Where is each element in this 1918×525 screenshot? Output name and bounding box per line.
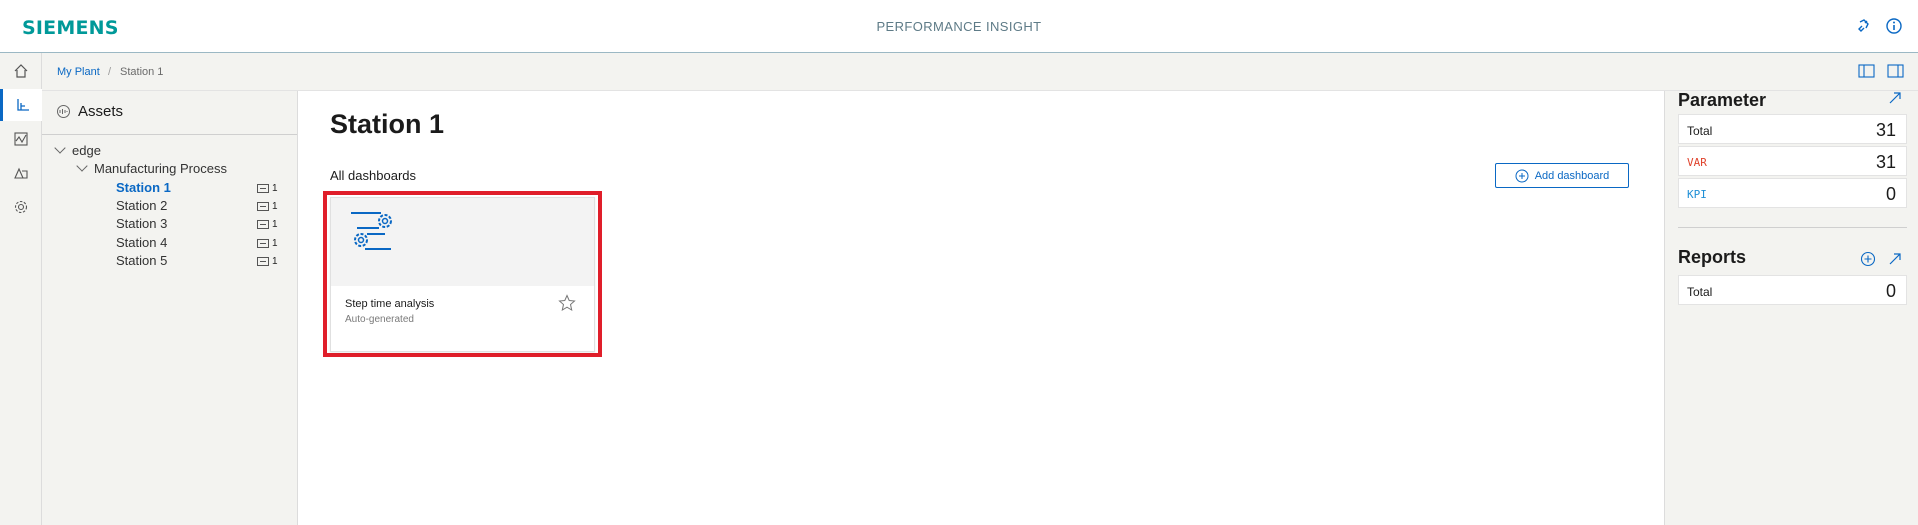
dashboard-count-badge: 1 xyxy=(257,183,278,194)
tree-node-station-5[interactable]: Station 5 xyxy=(116,251,167,271)
tree-node-station-1[interactable]: Station 1 xyxy=(116,178,171,198)
expand-arrow-icon[interactable] xyxy=(1887,90,1903,106)
tree-node-station-2[interactable]: Station 2 xyxy=(116,196,167,216)
breadcrumb-separator: / xyxy=(108,66,112,78)
parameter-total-row: Total 31 xyxy=(1678,114,1907,144)
assets-tree-icon xyxy=(57,105,70,118)
dashboard-icon xyxy=(257,239,269,248)
add-dashboard-label: Add dashboard xyxy=(1534,169,1610,182)
nav-settings[interactable] xyxy=(0,191,42,223)
tree-node-station-4[interactable]: Station 4 xyxy=(116,233,167,253)
section-divider xyxy=(1678,227,1907,228)
breadcrumb-current: Station 1 xyxy=(120,66,164,78)
reports-value: 0 xyxy=(1885,281,1896,301)
breadcrumb-my-plant[interactable]: My Plant xyxy=(57,66,100,78)
dashboard-count-badge: 1 xyxy=(257,201,278,212)
nav-home[interactable] xyxy=(0,55,42,87)
page-title: Station 1 xyxy=(330,109,445,139)
assets-icon xyxy=(16,99,29,111)
parameter-key: Total xyxy=(1687,124,1713,138)
all-dashboards-label: All dashboards xyxy=(330,168,416,183)
star-icon[interactable] xyxy=(558,294,576,312)
plugin-icon[interactable] xyxy=(1855,17,1873,35)
reports-icon xyxy=(14,167,28,179)
parameter-value: 31 xyxy=(1875,152,1896,172)
plus-circle-icon xyxy=(1515,169,1529,182)
reports-key: Total xyxy=(1687,285,1713,299)
parameter-key: KPI xyxy=(1687,188,1707,201)
nav-reports[interactable] xyxy=(0,157,42,189)
parameter-kpi-row: KPI 0 xyxy=(1678,178,1907,208)
main-content: Station 1 All dashboards Add dashboard S… xyxy=(298,91,1664,525)
badge-count: 1 xyxy=(272,219,278,230)
add-report-icon[interactable] xyxy=(1860,251,1876,267)
info-icon[interactable] xyxy=(1885,17,1903,35)
gear-step-icon xyxy=(351,212,392,250)
expand-arrow-icon[interactable] xyxy=(1887,251,1903,267)
left-nav-rail xyxy=(0,53,42,525)
parameter-key: VAR xyxy=(1687,156,1707,169)
parameter-var-row: VAR 31 xyxy=(1678,146,1907,176)
dashboard-icon xyxy=(257,257,269,266)
dashboard-icon xyxy=(257,184,269,193)
assets-header: Assets xyxy=(42,91,297,135)
dashboard-icon xyxy=(257,220,269,229)
dashboard-icon xyxy=(257,202,269,211)
chevron-down-icon[interactable] xyxy=(76,160,88,172)
card-subtitle: Auto-generated xyxy=(345,314,414,325)
nav-analysis[interactable] xyxy=(0,123,42,155)
tree-node-edge[interactable]: edge xyxy=(54,141,101,161)
parameter-value: 31 xyxy=(1875,120,1896,140)
dashboard-count-badge: 1 xyxy=(257,219,278,230)
chevron-down-icon[interactable] xyxy=(54,142,66,154)
parameter-value: 0 xyxy=(1885,184,1896,204)
analysis-icon xyxy=(14,132,28,146)
settings-icon xyxy=(14,200,28,214)
tree-node-label: Manufacturing Process xyxy=(94,161,227,176)
dashboard-count-badge: 1 xyxy=(257,238,278,249)
dashboard-count-badge: 1 xyxy=(257,256,278,267)
badge-count: 1 xyxy=(272,256,278,267)
dashboard-card[interactable]: Step time analysis Auto-generated xyxy=(330,197,595,352)
reports-title: Reports xyxy=(1678,247,1747,267)
assets-title: Assets xyxy=(78,103,124,120)
card-thumbnail xyxy=(331,198,594,286)
add-dashboard-button[interactable]: Add dashboard xyxy=(1495,163,1629,188)
tree-node-label: edge xyxy=(72,143,101,158)
left-panel-toggle-icon[interactable] xyxy=(1858,64,1875,79)
tree-node-station-3[interactable]: Station 3 xyxy=(116,214,167,234)
parameter-title: Parameter xyxy=(1678,90,1767,110)
app-title: PERFORMANCE INSIGHT xyxy=(876,19,1042,34)
assets-tree-panel: Assets edge Manufacturing Process Statio… xyxy=(42,91,298,525)
nav-assets[interactable] xyxy=(0,89,42,121)
reports-total-row: Total 0 xyxy=(1678,275,1907,305)
tree-node-manufacturing-process[interactable]: Manufacturing Process xyxy=(76,159,227,179)
card-title: Step time analysis xyxy=(345,298,435,310)
breadcrumb: My Plant / Station 1 xyxy=(42,53,1918,91)
badge-count: 1 xyxy=(272,201,278,212)
top-bar: SIEMENS PERFORMANCE INSIGHT xyxy=(0,0,1918,53)
badge-count: 1 xyxy=(272,238,278,249)
badge-count: 1 xyxy=(272,183,278,194)
right-panel: Parameter Total 31 VAR 31 KPI 0 Reports … xyxy=(1664,90,1918,525)
home-icon xyxy=(14,64,28,78)
right-panel-toggle-icon[interactable] xyxy=(1887,64,1904,79)
